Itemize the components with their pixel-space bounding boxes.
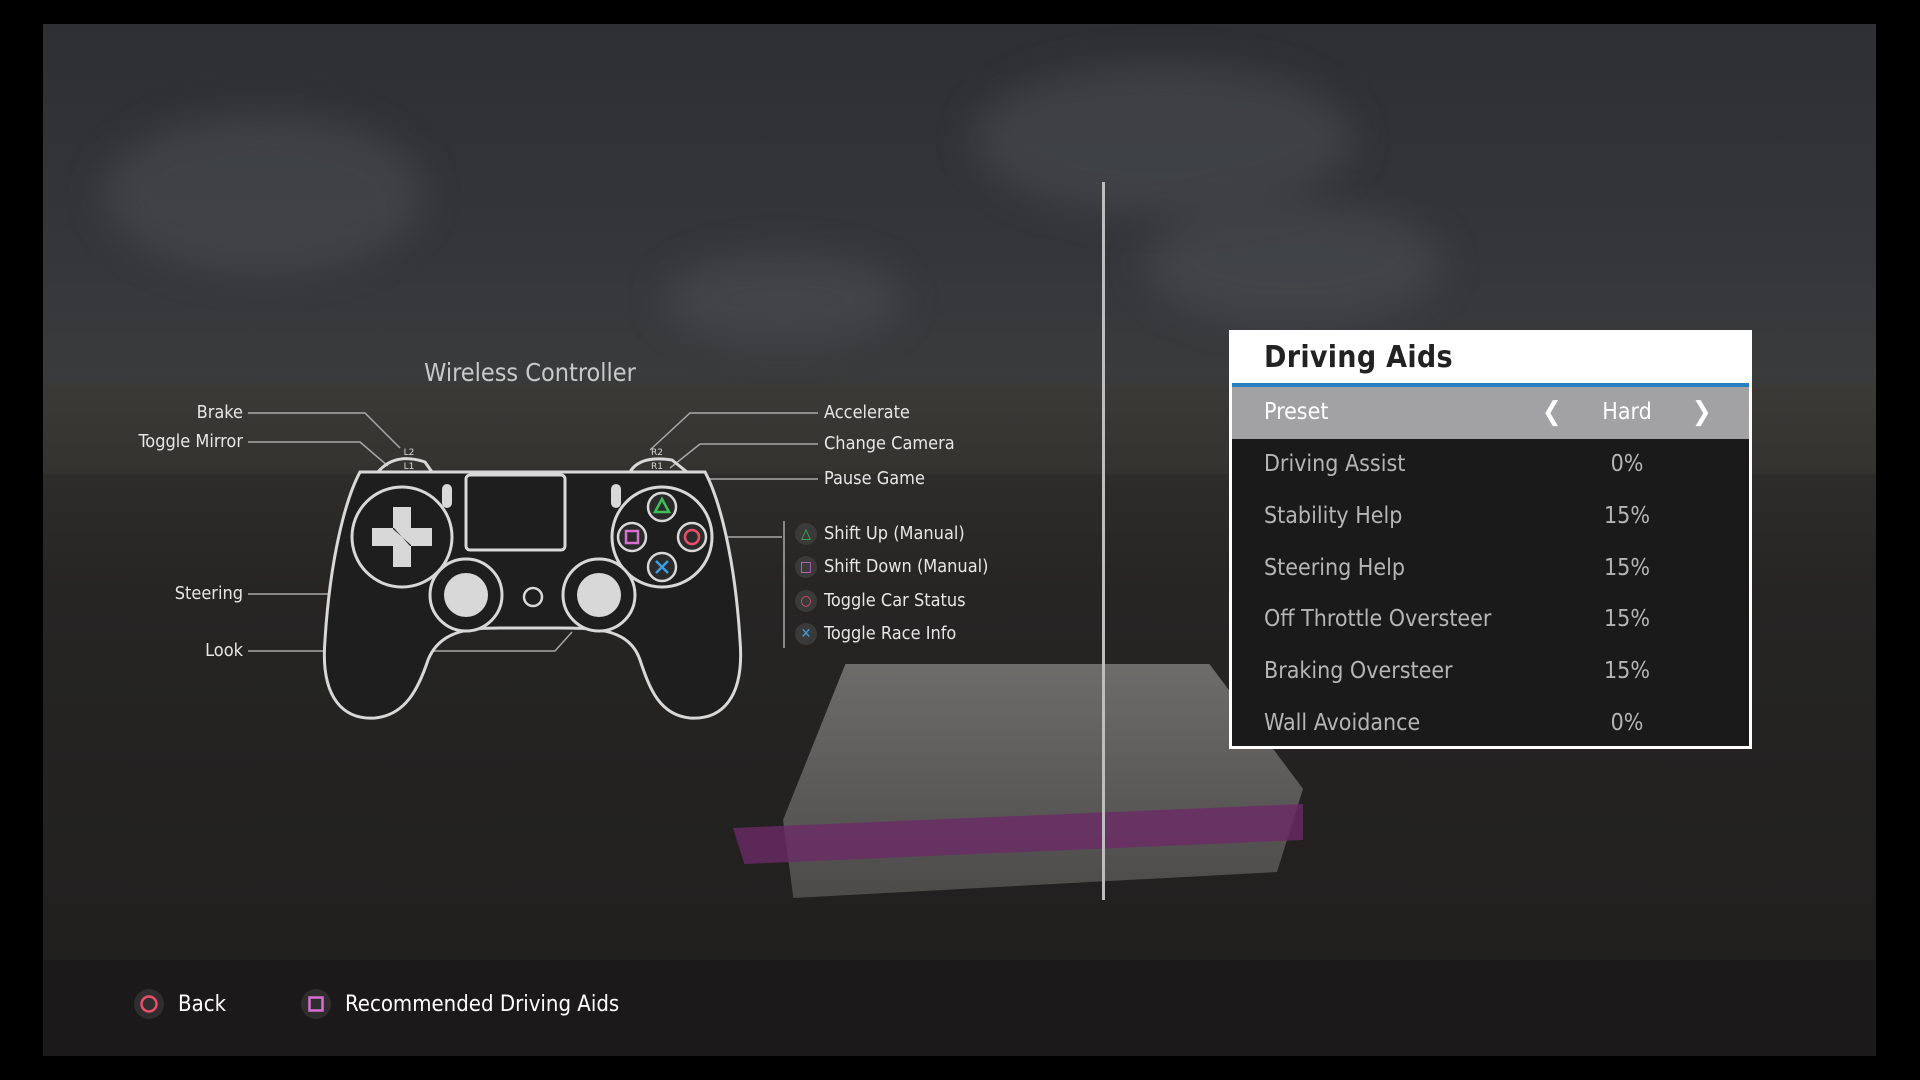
- circle-icon: [134, 989, 164, 1019]
- label-toggle-car-status: Toggle Car Status: [824, 590, 966, 611]
- label-toggle-mirror: Toggle Mirror: [138, 431, 243, 452]
- circle-icon: ○: [795, 590, 817, 612]
- aid-label: Steering Help: [1264, 554, 1405, 581]
- triangle-icon: △: [795, 523, 817, 545]
- chevron-left-icon[interactable]: ❮: [1542, 387, 1562, 439]
- options-button: [611, 484, 621, 508]
- chevron-right-icon[interactable]: ❯: [1692, 387, 1712, 439]
- panel-title: Driving Aids: [1232, 333, 1749, 387]
- label-accelerate: Accelerate: [824, 402, 910, 423]
- label-toggle-race-info: Toggle Race Info: [824, 623, 957, 644]
- back-label: Back: [178, 991, 227, 1017]
- square-icon: [301, 989, 331, 1019]
- r2-mark: R2: [651, 448, 663, 458]
- l1-mark: L1: [404, 462, 415, 472]
- label-brake: Brake: [196, 402, 243, 423]
- aid-label: Driving Assist: [1264, 451, 1406, 477]
- aid-label: Braking Oversteer: [1264, 658, 1453, 685]
- preset-label: Preset: [1264, 399, 1329, 425]
- aid-value: 15%: [1604, 658, 1650, 685]
- aid-row-driving-assist[interactable]: Driving Assist 0%: [1232, 439, 1749, 491]
- aid-value: 15%: [1604, 606, 1650, 633]
- aid-value: 15%: [1604, 502, 1650, 529]
- aid-value: 0%: [1610, 709, 1644, 736]
- aid-row-braking-oversteer[interactable]: Braking Oversteer 15%: [1232, 646, 1749, 698]
- label-shift-down: Shift Down (Manual): [824, 556, 989, 577]
- left-stick: [444, 573, 488, 617]
- label-look: Look: [205, 640, 243, 661]
- aid-row-steering-help[interactable]: Steering Help 15%: [1232, 543, 1749, 595]
- recommended-driving-aids-button[interactable]: Recommended Driving Aids: [301, 980, 619, 1028]
- label-shift-up: Shift Up (Manual): [824, 523, 965, 544]
- aid-label: Stability Help: [1264, 502, 1403, 529]
- l2-mark: L2: [404, 448, 415, 458]
- label-steering: Steering: [174, 583, 243, 604]
- r1-mark: R1: [651, 462, 663, 472]
- preset-value: Hard: [1602, 399, 1652, 425]
- leader-change-camera: [669, 443, 818, 469]
- aid-row-stability-help[interactable]: Stability Help 15%: [1232, 491, 1749, 543]
- right-stick: [577, 573, 621, 617]
- label-pause-game: Pause Game: [824, 468, 925, 489]
- label-change-camera: Change Camera: [824, 433, 955, 454]
- aid-label: Off Throttle Oversteer: [1264, 606, 1492, 633]
- preset-row[interactable]: Preset ❮ Hard ❯: [1232, 387, 1749, 439]
- recommended-label: Recommended Driving Aids: [345, 991, 620, 1017]
- square-icon: □: [795, 556, 817, 578]
- back-button[interactable]: Back: [134, 980, 226, 1028]
- aid-value: 0%: [1610, 451, 1644, 477]
- cross-icon: ✕: [795, 623, 817, 645]
- aid-value: 15%: [1604, 554, 1650, 581]
- share-button: [442, 484, 452, 508]
- aid-row-wall-avoidance[interactable]: Wall Avoidance 0%: [1232, 698, 1749, 750]
- controller-body: [322, 470, 743, 720]
- aid-row-off-throttle-oversteer[interactable]: Off Throttle Oversteer 15%: [1232, 594, 1749, 646]
- leader-toggle-mirror: [248, 441, 389, 467]
- aid-label: Wall Avoidance: [1264, 709, 1421, 736]
- driving-aids-panel: Driving Aids Preset ❮ Hard ❯ Driving Ass…: [1229, 330, 1752, 749]
